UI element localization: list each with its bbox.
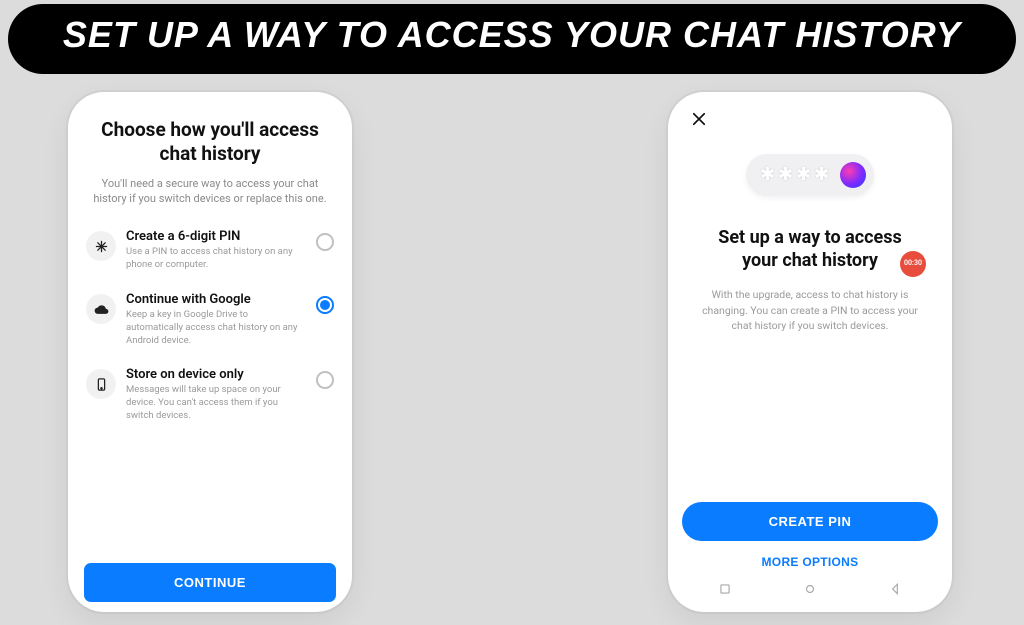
- option-body: Continue with Google Keep a key in Googl…: [126, 292, 306, 347]
- right-title-wrap: Set up a way to access your chat history…: [682, 226, 938, 283]
- option-device-only[interactable]: Store on device only Messages will take …: [84, 361, 336, 436]
- phone-left-content: Choose how you'll access chat history Yo…: [78, 102, 342, 602]
- right-subtitle: With the upgrade, access to chat history…: [682, 283, 938, 334]
- continue-button[interactable]: CONTINUE: [84, 563, 336, 602]
- banner-title: SET UP A WAY TO ACCESS YOUR CHAT HISTORY: [48, 14, 976, 56]
- cloud-icon: [86, 294, 116, 324]
- option-title: Continue with Google: [126, 292, 306, 307]
- radio-unselected[interactable]: [316, 371, 334, 389]
- option-title: Store on device only: [126, 367, 306, 382]
- option-google[interactable]: Continue with Google Keep a key in Googl…: [84, 286, 336, 361]
- phone-icon: [86, 369, 116, 399]
- phone-right-content: ✱ ✱ ✱ ✱ Set up a way to access your chat…: [678, 102, 942, 602]
- more-options-button[interactable]: MORE OPTIONS: [682, 541, 938, 575]
- pin-dots: ✱ ✱ ✱ ✱: [760, 169, 826, 181]
- page-banner: SET UP A WAY TO ACCESS YOUR CHAT HISTORY: [8, 4, 1016, 74]
- create-pin-button[interactable]: CREATE PIN: [682, 502, 938, 541]
- nav-home-icon[interactable]: [803, 581, 817, 600]
- left-title: Choose how you'll access chat history: [84, 110, 336, 176]
- phone-right: ✱ ✱ ✱ ✱ Set up a way to access your chat…: [668, 92, 952, 612]
- option-desc: Use a PIN to access chat history on any …: [126, 246, 306, 272]
- option-desc: Keep a key in Google Drive to automatica…: [126, 309, 306, 347]
- option-create-pin[interactable]: Create a 6-digit PIN Use a PIN to access…: [84, 223, 336, 286]
- pin-dot-icon: ✱: [760, 169, 772, 181]
- phone-row: Choose how you'll access chat history Yo…: [0, 92, 1024, 612]
- pin-dot-icon: ✱: [796, 169, 808, 181]
- option-title: Create a 6-digit PIN: [126, 229, 306, 244]
- right-bottom: CREATE PIN MORE OPTIONS: [682, 502, 938, 602]
- radio-unselected[interactable]: [316, 233, 334, 251]
- pin-visual: ✱ ✱ ✱ ✱: [746, 154, 874, 196]
- asterisk-icon: [86, 231, 116, 261]
- left-subtitle: You'll need a secure way to access your …: [84, 176, 336, 224]
- pin-orb-icon: [840, 162, 866, 188]
- pin-dot-icon: ✱: [778, 169, 790, 181]
- pin-dot-icon: ✱: [814, 169, 826, 181]
- nav-back-icon[interactable]: [888, 581, 902, 600]
- right-title: Set up a way to access your chat history: [718, 227, 902, 271]
- phone-left: Choose how you'll access chat history Yo…: [68, 92, 352, 612]
- nav-recent-icon[interactable]: [718, 581, 732, 600]
- timer-badge: 00:30: [900, 251, 926, 277]
- option-desc: Messages will take up space on your devi…: [126, 384, 306, 422]
- close-icon[interactable]: [690, 110, 708, 128]
- option-body: Store on device only Messages will take …: [126, 367, 306, 422]
- close-row: [682, 106, 938, 132]
- android-navbar: [682, 575, 938, 602]
- option-body: Create a 6-digit PIN Use a PIN to access…: [126, 229, 306, 272]
- left-bottom: CONTINUE: [84, 563, 336, 602]
- radio-selected[interactable]: [316, 296, 334, 314]
